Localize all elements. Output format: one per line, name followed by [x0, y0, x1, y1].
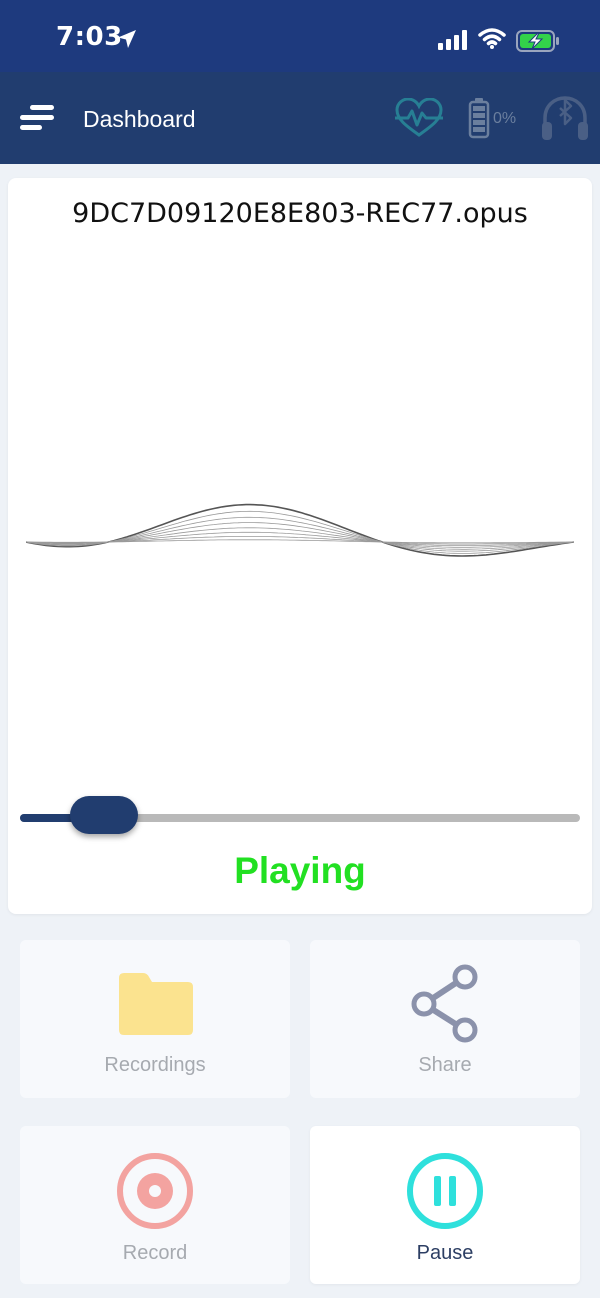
battery-charging-icon [516, 30, 559, 52]
share-label: Share [418, 1054, 472, 1076]
recordings-button[interactable]: Recordings [20, 940, 290, 1098]
menu-icon[interactable] [20, 104, 56, 132]
pause-button[interactable]: Pause [310, 1126, 580, 1284]
folder-icon [119, 973, 193, 1035]
record-icon [117, 1153, 193, 1229]
device-battery-percent: 0% [493, 110, 517, 127]
file-name: 9DC7D09120E8E803-REC77.opus [72, 198, 528, 229]
pause-label: Pause [416, 1242, 474, 1264]
bluetooth-headphones-icon[interactable] [540, 94, 590, 142]
status-time: 7:03 [56, 22, 123, 52]
page-title: Dashboard [83, 106, 196, 132]
location-arrow-icon [118, 30, 136, 48]
record-label: Record [122, 1242, 188, 1264]
cellular-signal-icon [438, 30, 467, 50]
heart-rate-icon[interactable] [394, 98, 444, 138]
player-card: 9DC7D09120E8E803-REC77.opus Playing [8, 178, 592, 914]
share-button[interactable]: Share [310, 940, 580, 1098]
record-button[interactable]: Record [20, 1126, 290, 1284]
battery-icon [468, 98, 490, 139]
status-bar: 7:03 [0, 0, 600, 72]
share-icon [411, 964, 478, 1043]
wifi-icon [478, 28, 506, 49]
waveform-line [26, 510, 574, 554]
waveform-visualization [26, 503, 574, 557]
progress-thumb[interactable] [70, 796, 138, 834]
recordings-label: Recordings [104, 1054, 206, 1076]
pause-icon [407, 1153, 483, 1229]
playback-status: Playing [234, 850, 366, 891]
progress-slider[interactable] [20, 796, 580, 834]
